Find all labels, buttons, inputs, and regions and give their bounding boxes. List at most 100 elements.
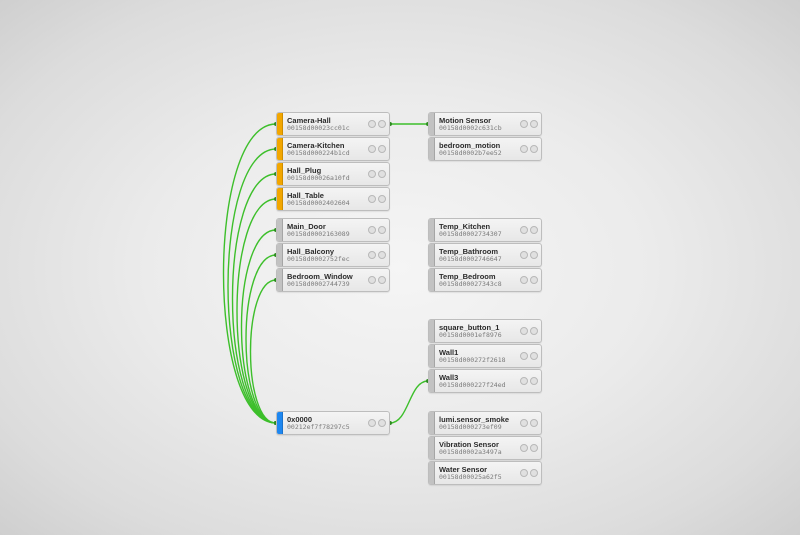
node-labels: 0x000000212ef7f78297c5 [283, 412, 368, 434]
network-diagram: 0x000000212ef7f78297c5Camera-Hall00158d0… [0, 0, 800, 535]
device-node[interactable]: Camera-Hall00158d00023cc01c [276, 112, 390, 136]
port-dot [520, 469, 528, 477]
node-id: 00158d0002744739 [287, 281, 366, 288]
node-ports [520, 113, 541, 135]
node-id: 00158d0002734307 [439, 231, 518, 238]
node-ports [520, 437, 541, 459]
device-node[interactable]: Vibration Sensor00158d0002a3497a [428, 436, 542, 460]
port-dot [368, 419, 376, 427]
node-id: 00158d0002402604 [287, 200, 366, 207]
port-dot [530, 251, 538, 259]
node-ports [520, 412, 541, 434]
node-labels: Temp_Bathroom00158d0002746647 [435, 244, 520, 266]
node-labels: Camera-Kitchen00158d000224b1cd [283, 138, 368, 160]
device-node[interactable]: 0x000000212ef7f78297c5 [276, 411, 390, 435]
node-name: Wall3 [439, 374, 518, 382]
device-node[interactable]: Camera-Kitchen00158d000224b1cd [276, 137, 390, 161]
device-node[interactable]: Temp_Kitchen00158d0002734307 [428, 218, 542, 242]
port-dot [530, 120, 538, 128]
node-id: 00158d0002a3497a [439, 449, 518, 456]
node-ports [520, 370, 541, 392]
port-dot [530, 419, 538, 427]
node-labels: Camera-Hall00158d00023cc01c [283, 113, 368, 135]
port-dot [378, 419, 386, 427]
device-node[interactable]: Water Sensor00158d00025a62f5 [428, 461, 542, 485]
node-name: Hall_Table [287, 192, 366, 200]
node-labels: Temp_Kitchen00158d0002734307 [435, 219, 520, 241]
node-name: Motion Sensor [439, 117, 518, 125]
device-node[interactable]: square_button_100158d0001ef8976 [428, 319, 542, 343]
node-ports [368, 244, 389, 266]
node-ports [368, 113, 389, 135]
port-dot [368, 276, 376, 284]
device-node[interactable]: lumi.sensor_smoke00158d000273ef09 [428, 411, 542, 435]
node-id: 00158d0002c631cb [439, 125, 518, 132]
device-node[interactable]: Hall_Table00158d0002402604 [276, 187, 390, 211]
node-ports [368, 188, 389, 210]
port-dot [368, 251, 376, 259]
port-dot [378, 195, 386, 203]
port-dot [530, 444, 538, 452]
node-labels: square_button_100158d0001ef8976 [435, 320, 520, 342]
port-dot [520, 251, 528, 259]
node-labels: Temp_Bedroom00158d00027343c8 [435, 269, 520, 291]
device-node[interactable]: Bedroom_Window00158d0002744739 [276, 268, 390, 292]
port-dot [378, 226, 386, 234]
node-id: 00158d0002163089 [287, 231, 366, 238]
node-labels: Wall100158d000272f2618 [435, 345, 520, 367]
node-name: bedroom_motion [439, 142, 518, 150]
device-node[interactable]: Main_Door00158d0002163089 [276, 218, 390, 242]
port-dot [378, 145, 386, 153]
node-labels: Vibration Sensor00158d0002a3497a [435, 437, 520, 459]
node-name: Main_Door [287, 223, 366, 231]
port-dot [530, 377, 538, 385]
port-dot [520, 377, 528, 385]
node-name: Bedroom_Window [287, 273, 366, 281]
node-labels: Motion Sensor00158d0002c631cb [435, 113, 520, 135]
node-name: Temp_Kitchen [439, 223, 518, 231]
device-node[interactable]: Hall_Plug00158d00026a10fd [276, 162, 390, 186]
node-labels: Wall300158d000227f24ed [435, 370, 520, 392]
node-ports [520, 320, 541, 342]
node-id: 00158d000227f24ed [439, 382, 518, 389]
port-dot [520, 419, 528, 427]
port-dot [520, 444, 528, 452]
port-dot [530, 352, 538, 360]
node-ports [520, 219, 541, 241]
node-ports [520, 345, 541, 367]
port-dot [520, 352, 528, 360]
port-dot [530, 327, 538, 335]
port-dot [530, 226, 538, 234]
port-dot [530, 145, 538, 153]
node-name: Camera-Hall [287, 117, 366, 125]
node-ports [520, 244, 541, 266]
node-name: Hall_Balcony [287, 248, 366, 256]
port-dot [368, 195, 376, 203]
device-node[interactable]: Temp_Bathroom00158d0002746647 [428, 243, 542, 267]
node-id: 00158d000272f2618 [439, 357, 518, 364]
node-name: Wall1 [439, 349, 518, 357]
node-name: Temp_Bedroom [439, 273, 518, 281]
node-labels: Hall_Table00158d0002402604 [283, 188, 368, 210]
node-name: square_button_1 [439, 324, 518, 332]
device-node[interactable]: Hall_Balcony00158d0002752fec [276, 243, 390, 267]
node-id: 00158d0002752fec [287, 256, 366, 263]
node-name: lumi.sensor_smoke [439, 416, 518, 424]
port-dot [520, 327, 528, 335]
node-id: 00158d000273ef09 [439, 424, 518, 431]
device-node[interactable]: Wall100158d000272f2618 [428, 344, 542, 368]
port-dot [368, 145, 376, 153]
node-ports [368, 269, 389, 291]
node-ports [520, 462, 541, 484]
device-node[interactable]: Wall300158d000227f24ed [428, 369, 542, 393]
node-labels: Main_Door00158d0002163089 [283, 219, 368, 241]
node-labels: Hall_Plug00158d00026a10fd [283, 163, 368, 185]
device-node[interactable]: Temp_Bedroom00158d00027343c8 [428, 268, 542, 292]
node-id: 00158d0002b7ee52 [439, 150, 518, 157]
device-node[interactable]: bedroom_motion00158d0002b7ee52 [428, 137, 542, 161]
port-dot [530, 276, 538, 284]
node-ports [520, 138, 541, 160]
node-labels: Bedroom_Window00158d0002744739 [283, 269, 368, 291]
node-id: 00158d0001ef8976 [439, 332, 518, 339]
device-node[interactable]: Motion Sensor00158d0002c631cb [428, 112, 542, 136]
